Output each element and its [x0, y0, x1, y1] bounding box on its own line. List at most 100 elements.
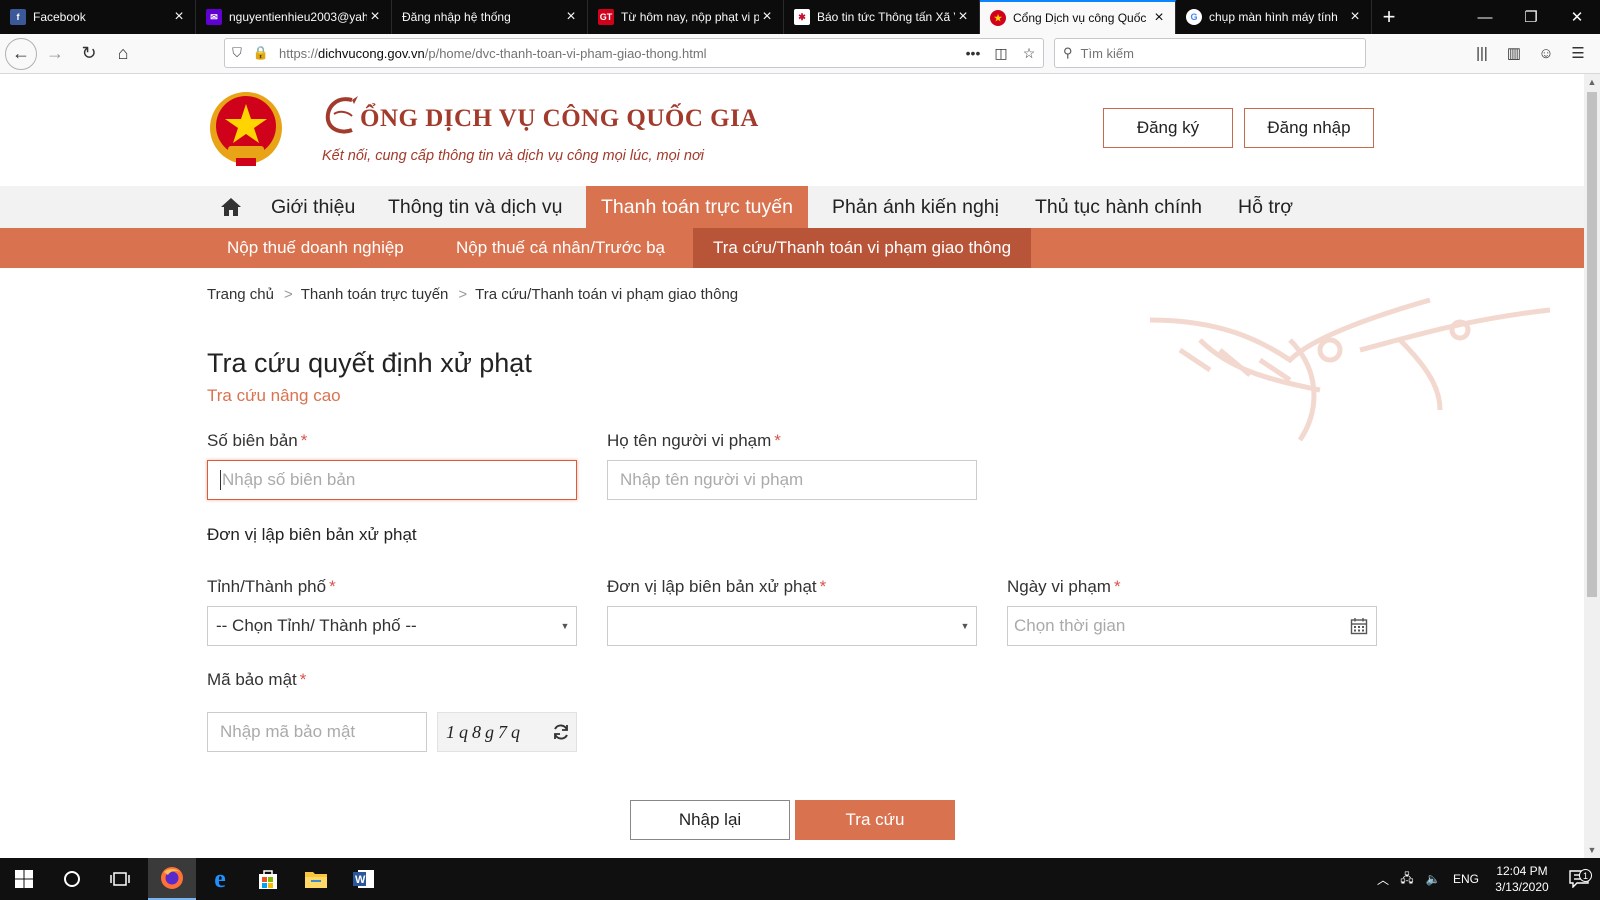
browser-nav-bar: ← → ↻ ⌂ ⛉ 🔒 https://dichvucong.gov.vn/p/… — [0, 34, 1600, 74]
close-tab-icon[interactable]: × — [1151, 9, 1167, 27]
site-title[interactable]: ỔNG DỊCH VỤ CÔNG QUỐC GIA — [322, 94, 759, 136]
search-circle-icon[interactable] — [48, 858, 96, 900]
nav-gioi-thieu[interactable]: Giới thiệu — [271, 186, 355, 228]
word-icon[interactable]: W — [340, 858, 388, 900]
tab-dichvucong[interactable]: ★ Cổng Dịch vụ công Quốc × — [980, 0, 1176, 34]
calendar-icon[interactable] — [1342, 617, 1376, 635]
notification-center-icon[interactable]: 1 — [1558, 869, 1600, 888]
tab-yahoo-mail[interactable]: ✉ nguyentienhieu2003@yah × — [196, 0, 392, 34]
site-tagline: Kết nối, cung cấp thông tin và dịch vụ c… — [322, 148, 704, 164]
required-mark: * — [329, 577, 336, 596]
library-icon[interactable]: ||| — [1466, 38, 1498, 68]
close-tab-icon[interactable]: × — [367, 8, 383, 26]
record-no-placeholder: Nhập số biên bản — [222, 470, 356, 489]
language-indicator[interactable]: ENG — [1446, 872, 1486, 886]
login-button[interactable]: Đăng nhập — [1244, 108, 1374, 148]
account-icon[interactable]: ☺ — [1530, 38, 1562, 68]
windows-start-icon[interactable] — [0, 858, 48, 900]
breadcrumb-separator: > — [283, 286, 293, 303]
sub-nav: Nộp thuế doanh nghiệp Nộp thuế cá nhân/T… — [0, 228, 1584, 268]
pocket-icon[interactable]: ◫ — [987, 45, 1015, 62]
close-tab-icon[interactable]: × — [563, 8, 579, 26]
required-mark: * — [819, 577, 827, 596]
nav-thu-tuc-hanh-chinh[interactable]: Thủ tục hành chính — [1035, 186, 1202, 228]
task-view-icon[interactable] — [96, 858, 144, 900]
sidebar-icon[interactable]: ▥ — [1498, 38, 1530, 68]
page-scrollbar[interactable]: ▲ ▼ — [1584, 74, 1600, 858]
store-icon[interactable] — [244, 858, 292, 900]
chevron-up-icon[interactable]: ︿ — [1372, 871, 1394, 888]
reload-button[interactable]: ↻ — [73, 38, 105, 70]
breadcrumb-thanh-toan[interactable]: Thanh toán trực tuyến — [301, 286, 449, 303]
scrollbar-thumb[interactable] — [1587, 92, 1597, 597]
tab-gt-news[interactable]: GT Từ hôm nay, nộp phạt vi p × — [588, 0, 784, 34]
browser-search-input[interactable]: ⚲ Tìm kiếm — [1054, 38, 1366, 68]
forward-button[interactable]: → — [39, 38, 71, 70]
tab-news[interactable]: ✱ Báo tin tức Thông tấn Xã V × — [784, 0, 980, 34]
violation-date-picker[interactable]: Chọn thời gian — [1007, 606, 1377, 646]
province-select[interactable]: -- Chọn Tỉnh/ Thành phố -- ▼ — [207, 606, 577, 646]
captcha-code: 1q8g7q — [446, 721, 524, 742]
nav-thong-tin-dich-vu[interactable]: Thông tin và dịch vụ — [388, 186, 563, 228]
violator-name-placeholder: Nhập tên người vi phạm — [620, 470, 804, 489]
scroll-up-icon[interactable]: ▲ — [1584, 74, 1600, 90]
breadcrumb: Trang chủ > Thanh toán trực tuyến > Tra … — [207, 286, 738, 303]
chevron-down-icon: ▼ — [960, 621, 970, 631]
advanced-search-link[interactable]: Tra cứu nâng cao — [207, 386, 341, 406]
captcha-input[interactable]: Nhập mã bảo mật — [207, 712, 427, 752]
breadcrumb-home[interactable]: Trang chủ — [207, 286, 274, 303]
gt-news-icon: GT — [598, 9, 614, 25]
required-mark: * — [300, 431, 308, 450]
clock-time: 12:04 PM — [1496, 864, 1548, 878]
scroll-down-icon[interactable]: ▼ — [1584, 842, 1600, 858]
nav-ho-tro[interactable]: Hỗ trợ — [1238, 186, 1293, 228]
subnav-tra-cuu-vi-pham[interactable]: Tra cứu/Thanh toán vi phạm giao thông — [693, 228, 1032, 268]
unit-select[interactable]: ▼ — [607, 606, 977, 646]
clock[interactable]: 12:04 PM 3/13/2020 — [1486, 863, 1558, 895]
tab-facebook[interactable]: f Facebook × — [0, 0, 196, 34]
svg-text:W: W — [355, 874, 366, 886]
close-tab-icon[interactable]: × — [1347, 8, 1363, 26]
shield-icon[interactable]: ⛉ — [225, 45, 249, 61]
file-explorer-icon[interactable] — [292, 858, 340, 900]
close-window-icon[interactable]: ✕ — [1554, 0, 1600, 34]
menu-icon[interactable]: ☰ — [1562, 38, 1594, 68]
close-tab-icon[interactable]: × — [171, 8, 187, 26]
chevron-down-icon: ▼ — [560, 621, 570, 631]
bookmark-star-icon[interactable]: ☆ — [1015, 45, 1043, 62]
tab-google[interactable]: G chụp màn hình máy tính × — [1176, 0, 1372, 34]
record-no-input[interactable]: Nhập số biên bản — [207, 460, 577, 500]
new-tab-button[interactable]: + — [1372, 0, 1406, 34]
minimize-icon[interactable]: — — [1462, 0, 1508, 34]
edge-icon[interactable]: e — [196, 858, 244, 900]
subnav-nop-thue-ca-nhan[interactable]: Nộp thuế cá nhân/Trước bạ — [456, 228, 665, 268]
subnav-nop-thue-doanh-nghiep[interactable]: Nộp thuế doanh nghiệp — [227, 228, 404, 268]
violator-name-input[interactable]: Nhập tên người vi phạm — [607, 460, 977, 500]
close-tab-icon[interactable]: × — [759, 8, 775, 26]
required-mark: * — [299, 670, 307, 689]
home-icon[interactable] — [220, 186, 242, 228]
page-actions-icon[interactable]: ••• — [959, 45, 987, 61]
lock-icon[interactable]: 🔒 — [249, 45, 273, 61]
back-button[interactable]: ← — [5, 37, 37, 70]
system-tray: ︿ 🖧 🔈 ENG 12:04 PM 3/13/2020 1 — [1372, 858, 1600, 900]
tab-login[interactable]: Đăng nhập hệ thống × — [392, 0, 588, 34]
register-button[interactable]: Đăng ký — [1103, 108, 1233, 148]
close-tab-icon[interactable]: × — [955, 8, 971, 26]
bird-watermark-decoration — [1149, 297, 1551, 442]
refresh-icon[interactable] — [546, 723, 576, 741]
captcha-label: Mã bảo mật * — [207, 670, 307, 689]
reset-button[interactable]: Nhập lại — [630, 800, 790, 840]
nav-phan-anh-kien-nghi[interactable]: Phản ánh kiến nghị — [832, 186, 999, 228]
captcha-image: 1q8g7q — [437, 712, 577, 752]
search-button[interactable]: Tra cứu — [795, 800, 955, 840]
url-text[interactable]: https://dichvucong.gov.vn/p/home/dvc-tha… — [279, 46, 959, 61]
restore-icon[interactable]: ❐ — [1508, 0, 1554, 34]
required-mark: * — [1113, 577, 1121, 596]
home-button[interactable]: ⌂ — [107, 38, 139, 70]
nav-thanh-toan-truc-tuyen[interactable]: Thanh toán trực tuyến — [586, 186, 808, 228]
network-icon[interactable]: 🖧 — [1394, 869, 1420, 890]
volume-icon[interactable]: 🔈 — [1420, 872, 1446, 886]
firefox-icon[interactable] — [148, 858, 196, 900]
url-bar[interactable]: ⛉ 🔒 https://dichvucong.gov.vn/p/home/dvc… — [224, 38, 1044, 68]
